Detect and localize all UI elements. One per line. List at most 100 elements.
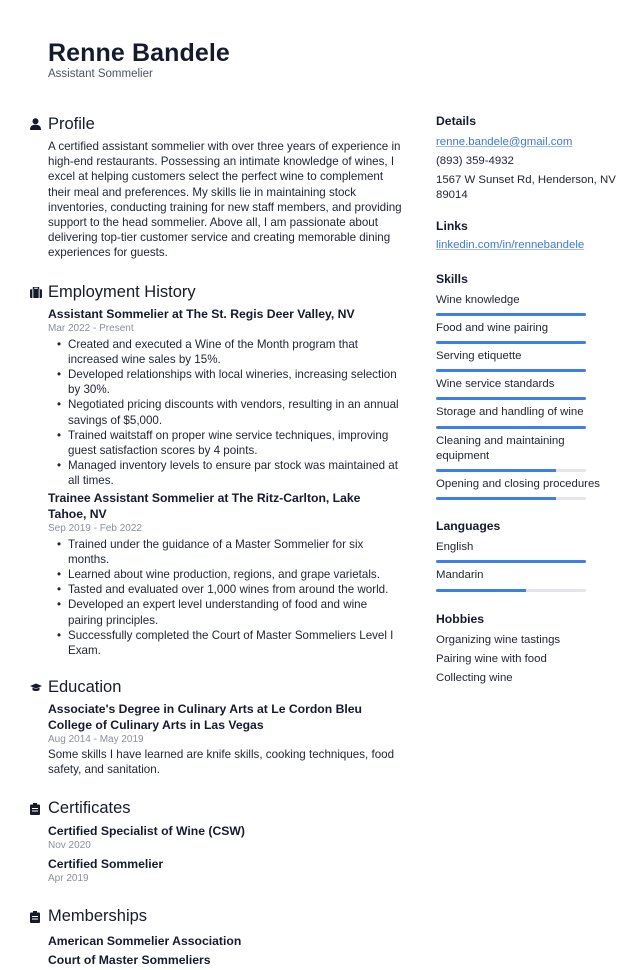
education-section: Education Associate's Degree in Culinary…: [30, 675, 402, 777]
certificates-heading: Certificates: [30, 797, 402, 821]
address: 1567 W Sunset Rd, Henderson, NV 89014: [436, 174, 616, 202]
language-level-bar: [436, 560, 586, 564]
skill-level-fill: [436, 497, 556, 501]
clipboard-icon: [30, 801, 48, 817]
degree-dates: Aug 2014 - May 2019: [48, 734, 144, 746]
details-section: Details renne.bandele@gmail.com (893) 35…: [436, 112, 616, 203]
linkedin-link[interactable]: linkedin.com/in/rennebandele: [436, 238, 616, 253]
languages-heading: Languages: [436, 519, 501, 534]
clipboard-icon: [30, 909, 48, 925]
job-bullet: Trained waitstaff on proper wine service…: [57, 428, 402, 458]
education-heading: Education: [30, 675, 402, 699]
skills-heading: Skills: [436, 271, 468, 286]
certificate-date: Nov 2020: [48, 839, 91, 851]
certificate-entry: Certified Sommelier Apr 2019: [48, 856, 402, 886]
skill-level-fill: [436, 369, 586, 373]
job-dates: Mar 2022 - Present: [48, 322, 134, 334]
certificates-title: Certificates: [48, 799, 131, 818]
job-bullet: Successfully completed the Court of Mast…: [57, 628, 402, 658]
profile-heading: Profile: [30, 112, 402, 136]
hobby-item: Collecting wine: [436, 671, 513, 684]
hobby-item: Organizing wine tastings: [436, 633, 561, 646]
candidate-name: Renne Bandele: [48, 39, 230, 67]
profile-section: Profile A certified assistant sommelier …: [30, 112, 402, 261]
links-section: Links linkedin.com/in/rennebandele: [436, 217, 616, 253]
degree-title: Associate's Degree in Culinary Arts at L…: [48, 702, 362, 733]
skill-level-fill: [436, 469, 556, 473]
language-item: Mandarin: [436, 568, 616, 592]
job-entry: Trainee Assistant Sommelier at The Ritz-…: [48, 490, 402, 659]
skills-list: Wine knowledge Food and wine pairing Servi…: [436, 293, 616, 501]
degree-description: Some skills I have learned are knife ski…: [48, 748, 395, 777]
details-heading: Details: [436, 114, 476, 128]
skill-item: Cleaning and maintaining equipment: [436, 434, 616, 473]
skill-item: Wine service standards: [436, 377, 616, 401]
job-bullets: Trained under the guidance of a Master S…: [48, 537, 402, 659]
hobbies-section: Hobbies Organizing wine tastings Pairing…: [436, 610, 616, 688]
education-title: Education: [48, 677, 122, 696]
job-bullets: Created and executed a Wine of the Month…: [48, 337, 402, 489]
profile-title: Profile: [48, 114, 95, 133]
memberships-section: Memberships American Sommelier Associati…: [30, 905, 402, 970]
skill-level-bar: [436, 341, 586, 345]
job-title: Trainee Assistant Sommelier at The Ritz-…: [48, 490, 361, 521]
skill-item: Wine knowledge: [436, 293, 616, 316]
certificate-title: Certified Specialist of Wine (CSW): [48, 823, 245, 838]
skill-label: Wine service standards: [436, 378, 555, 391]
main-column: Profile A certified assistant sommelier …: [30, 112, 402, 970]
job-bullet: Created and executed a Wine of the Month…: [57, 337, 402, 367]
language-item: English: [436, 540, 616, 564]
user-icon: [30, 116, 48, 132]
memberships-heading: Memberships: [30, 905, 402, 929]
skill-item: Opening and closing procedures: [436, 477, 616, 501]
skills-section: Skills Wine knowledge Food and wine pairi…: [436, 270, 616, 501]
job-bullet: Developed an expert level understanding …: [57, 597, 402, 627]
skill-level-fill: [436, 425, 586, 429]
languages-section: Languages English Mandarin: [436, 517, 616, 592]
skill-level-fill: [436, 341, 586, 345]
job-bullet: Managed inventory levels to ensure par s…: [57, 458, 402, 488]
certificate-title: Certified Sommelier: [48, 856, 164, 871]
skill-level-bar: [436, 497, 586, 501]
skill-label: Food and wine pairing: [436, 321, 549, 334]
skill-level-bar: [436, 397, 586, 401]
language-label: Mandarin: [436, 569, 484, 582]
education-entry: Associate's Degree in Culinary Arts at L…: [48, 701, 402, 777]
skill-level-fill: [436, 397, 586, 401]
graduation-cap-icon: [30, 679, 48, 695]
email-link[interactable]: renne.bandele@gmail.com: [436, 133, 616, 152]
job-title: Assistant Sommelier at The St. Regis Dee…: [48, 306, 355, 321]
skill-item: Food and wine pairing: [436, 321, 616, 345]
links-heading: Links: [436, 219, 468, 234]
employment-section: Employment History Assistant Sommelier a…: [30, 281, 402, 659]
certificate-date: Apr 2019: [48, 872, 89, 884]
languages-list: English Mandarin: [436, 540, 616, 592]
skill-level-bar: [436, 369, 586, 373]
hobby-item: Pairing wine with food: [436, 652, 547, 665]
membership-item: Court of Master Sommeliers: [48, 952, 211, 967]
job-bullet: Learned about wine production, regions, …: [57, 567, 402, 582]
skill-level-bar: [436, 312, 586, 316]
job-bullet: Negotiated pricing discounts with vendor…: [57, 397, 402, 427]
certificates-section: Certificates Certified Specialist of Win…: [30, 797, 402, 886]
job-bullet: Tasted and evaluated over 1,000 wines fr…: [57, 582, 402, 597]
hobbies-heading: Hobbies: [436, 611, 485, 626]
language-level-fill: [436, 588, 526, 592]
employment-heading: Employment History: [30, 281, 402, 305]
job-bullet: Trained under the guidance of a Master S…: [57, 537, 402, 567]
employment-title: Employment History: [48, 283, 196, 302]
sidebar-column: Details renne.bandele@gmail.com (893) 35…: [436, 112, 616, 688]
skill-label: Cleaning and maintaining equipment: [436, 434, 565, 462]
language-label: English: [436, 541, 474, 554]
membership-item: American Sommelier Association: [48, 933, 242, 948]
skill-label: Opening and closing procedures: [436, 478, 601, 491]
skill-level-fill: [436, 312, 586, 316]
memberships-title: Memberships: [48, 907, 148, 926]
resume-header: Renne Bandele Assistant Sommelier: [48, 38, 230, 80]
language-level-bar: [436, 588, 586, 592]
phone-number: (893) 359-4932: [436, 155, 514, 167]
candidate-title: Assistant Sommelier: [48, 68, 153, 80]
job-entry: Assistant Sommelier at The St. Regis Dee…: [48, 306, 402, 489]
certificate-entry: Certified Specialist of Wine (CSW) Nov 2…: [48, 823, 402, 853]
skill-label: Serving etiquette: [436, 350, 522, 363]
